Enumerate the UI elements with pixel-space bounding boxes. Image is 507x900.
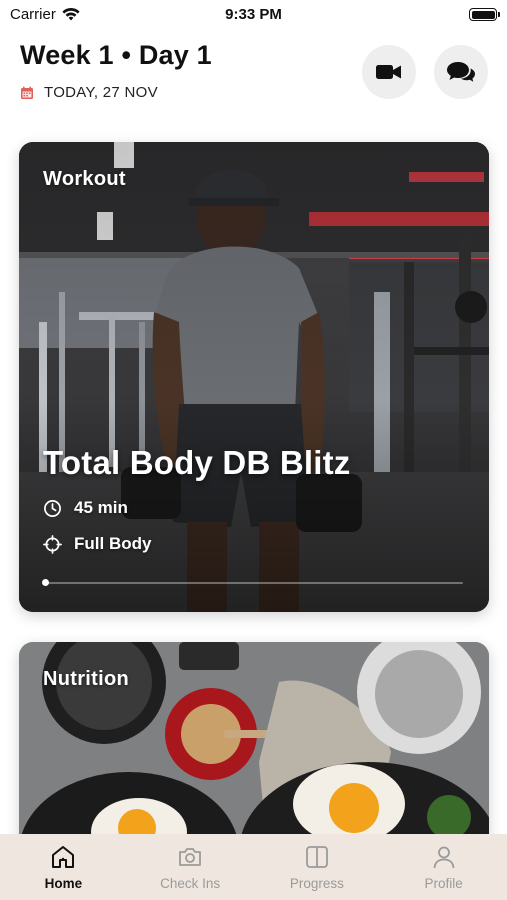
nutrition-label: Nutrition (43, 668, 130, 690)
date-label: TODAY, 27 NOV (44, 84, 158, 101)
workout-label: Workout (43, 168, 126, 190)
chat-button[interactable] (434, 45, 488, 99)
video-call-button[interactable] (362, 45, 416, 99)
workout-target: Full Body (43, 534, 151, 554)
tab-bar: Home Check Ins Progress Profile (0, 834, 507, 900)
progress-indicator (42, 579, 49, 586)
tab-home[interactable]: Home (0, 834, 127, 900)
clock: 9:33 PM (225, 6, 282, 23)
split-panel-icon (305, 846, 328, 868)
crosshair-icon (43, 534, 62, 554)
clock-icon (44, 499, 61, 517)
tab-label: Home (44, 876, 83, 891)
chat-bubbles-icon (447, 62, 475, 82)
tab-check-ins[interactable]: Check Ins (127, 834, 254, 900)
workout-title: Total Body DB Blitz (43, 444, 351, 481)
tab-profile[interactable]: Profile (380, 834, 507, 900)
date-row: TODAY, 27 NOV (20, 84, 158, 101)
duration-label: 45 min (74, 498, 128, 517)
battery-icon (469, 8, 500, 21)
tab-progress[interactable]: Progress (254, 834, 381, 900)
body-part-label: Full Body (74, 534, 152, 553)
person-icon (433, 846, 455, 869)
tab-label: Check Ins (160, 876, 221, 891)
home-icon (52, 846, 75, 868)
tab-label: Progress (289, 876, 344, 891)
workout-progress-bar (42, 579, 463, 586)
camera-icon (179, 848, 202, 866)
status-bar: Carrier 9:33 PM (0, 0, 507, 30)
workout-card[interactable]: Workout Total Body DB Blitz 45 min Full … (19, 142, 489, 612)
workout-duration: 45 min (43, 498, 128, 518)
tab-label: Profile (424, 876, 463, 891)
calendar-icon (21, 86, 33, 99)
page-title: Week 1 • Day 1 (20, 40, 212, 70)
video-camera-icon (376, 65, 401, 79)
